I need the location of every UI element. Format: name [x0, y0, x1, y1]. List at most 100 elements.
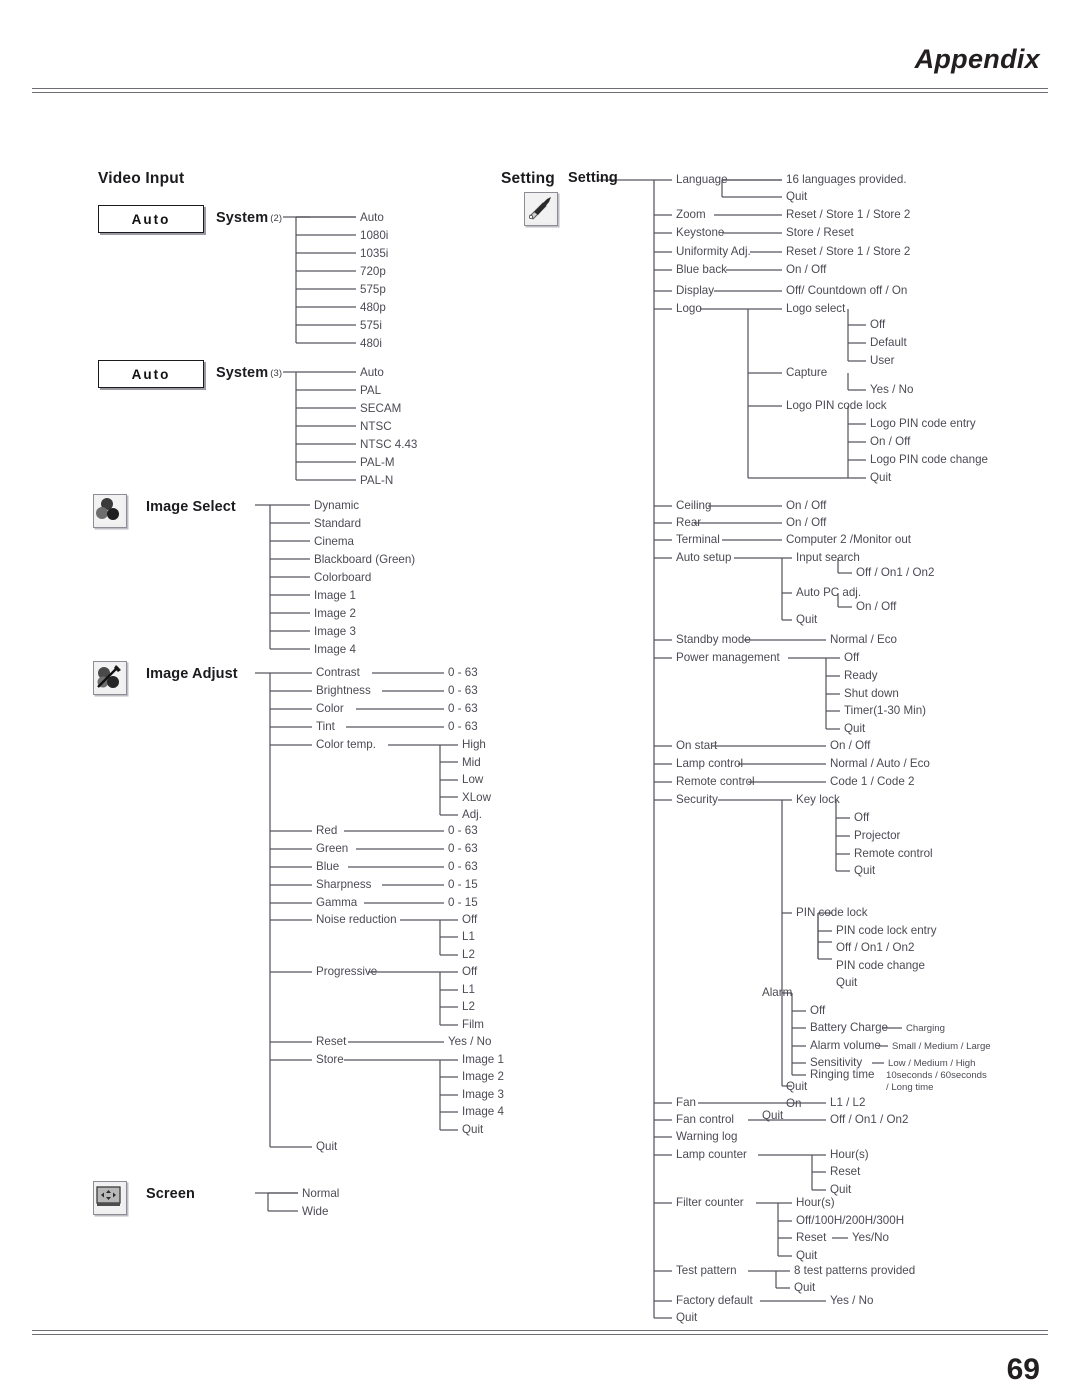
image-select-option: Colorboard: [314, 571, 372, 584]
test-pattern-option: 8 test patterns provided: [794, 1264, 916, 1277]
setting-item: Auto setup: [676, 551, 732, 564]
setting-item: Blue back: [676, 263, 727, 276]
filter-counter-reset-value: Yes/No: [852, 1231, 889, 1244]
setting-item: Logo: [676, 302, 702, 315]
security-child: Quit: [762, 1109, 784, 1122]
image-adjust-item: Contrast: [316, 666, 360, 679]
setting-item: Fan control: [676, 1113, 734, 1126]
power-mgmt-option: Shut down: [844, 687, 899, 700]
key-lock-option: Off: [854, 811, 870, 824]
system3-option: NTSC 4.43: [360, 438, 418, 451]
key-lock-option: Projector: [854, 829, 901, 842]
image-adjust-item: Brightness: [316, 684, 371, 697]
color-temp-option: Low: [462, 773, 484, 786]
alarm-option: Ringing time: [810, 1068, 875, 1081]
system2-sup: (2): [270, 213, 283, 224]
lamp-counter-option: Quit: [830, 1183, 852, 1196]
logo-select-option: User: [870, 354, 895, 367]
system2-option: 480p: [360, 301, 386, 314]
system3-label-text: System: [216, 365, 269, 381]
image-adjust-value: 0 - 63: [448, 666, 478, 679]
image-adjust-value: 0 - 63: [448, 824, 478, 837]
image-adjust-item: Quit: [316, 1140, 338, 1153]
image-adjust-value: 0 - 63: [448, 684, 478, 697]
system3-auto-box: Auto: [98, 360, 204, 388]
image-adjust-item: Store: [316, 1053, 344, 1066]
power-mgmt-option: Timer(1-30 Min): [844, 704, 927, 717]
alarm-option: Battery Charge: [810, 1021, 888, 1034]
setting-value: Off/ Countdown off / On: [786, 284, 908, 297]
store-option: Image 3: [462, 1088, 504, 1101]
setting-item: Zoom: [676, 208, 706, 221]
setting-item: Keystone: [676, 226, 725, 239]
language-child: Quit: [786, 190, 808, 203]
system2-option: 575p: [360, 283, 386, 296]
setting-value: Store / Reset: [786, 226, 854, 239]
image-adjust-icon: [93, 661, 127, 695]
store-option: Image 2: [462, 1070, 504, 1083]
auto-setup-value: On / Off: [856, 600, 897, 613]
setting-icon: [524, 192, 558, 226]
image-adjust-value: 0 - 63: [448, 720, 478, 733]
system2-auto-box: Auto: [98, 205, 204, 233]
image-adjust-item: Progressive: [316, 965, 378, 978]
auto-setup-child: Quit: [796, 613, 818, 626]
video-input-heading: Video Input: [98, 170, 185, 187]
image-select-label: Image Select: [146, 499, 236, 515]
power-mgmt-option: Ready: [844, 669, 878, 682]
image-adjust-item: Gamma: [316, 896, 358, 909]
setting-item: Terminal: [676, 533, 720, 546]
progressive-option: L1: [462, 983, 475, 996]
screen-icon: [93, 1181, 127, 1215]
image-adjust-value: 0 - 15: [448, 878, 478, 891]
lamp-counter-option: Hour(s): [830, 1148, 869, 1161]
color-temp-option: High: [462, 738, 486, 751]
logo-pin-option: Logo PIN code entry: [870, 417, 976, 430]
logo-select-option: Off: [870, 318, 886, 331]
alarm-value: Charging: [906, 1023, 945, 1034]
setting-value: On / Off: [786, 516, 827, 529]
alarm-option: On: [786, 1097, 802, 1110]
setting-value: Yes / No: [830, 1294, 874, 1307]
image-adjust-item: Noise reduction: [316, 913, 397, 926]
setting-value: Reset / Store 1 / Store 2: [786, 245, 911, 258]
alarm-option: Off: [810, 1004, 826, 1017]
image-adjust-value: 0 - 63: [448, 702, 478, 715]
image-select-option: Image 3: [314, 625, 356, 638]
power-mgmt-option: Off: [844, 651, 860, 664]
system2-option: 1035i: [360, 247, 389, 260]
image-adjust-item: Green: [316, 842, 349, 855]
logo-child: Logo PIN code lock: [786, 399, 887, 412]
setting-item: Warning log: [676, 1130, 738, 1143]
image-select-option: Image 2: [314, 607, 356, 620]
setting-item: Standby mode: [676, 633, 751, 646]
setting-item: Uniformity Adj.: [676, 245, 751, 258]
setting-item: Language: [676, 173, 728, 186]
alarm-value: 10seconds / 60seconds: [886, 1070, 987, 1081]
system2-option: 575i: [360, 319, 382, 332]
setting-value: Code 1 / Code 2: [830, 775, 915, 788]
image-adjust-item: Blue: [316, 860, 340, 873]
logo-pin-option: On / Off: [870, 435, 911, 448]
system2-label-text: System: [216, 210, 269, 226]
setting-value: Reset / Store 1 / Store 2: [786, 208, 911, 221]
appendix-page: Appendix 69 Video Input Auto System (2) …: [0, 0, 1080, 1397]
capture-option: Yes / No: [870, 383, 914, 396]
noise-reduction-option: L1: [462, 930, 475, 943]
image-select-option: Blackboard (Green): [314, 553, 416, 566]
system2-option: Auto: [360, 211, 384, 224]
system2-option: 1080i: [360, 229, 389, 242]
filter-counter-option: Quit: [796, 1249, 818, 1262]
setting-value: L1 / L2: [830, 1096, 866, 1109]
setting-item: Factory default: [676, 1294, 753, 1307]
logo-pin-option: Logo PIN code change: [870, 453, 988, 466]
image-select-icon: [93, 494, 127, 528]
progressive-option: Film: [462, 1018, 484, 1031]
store-option: Image 1: [462, 1053, 504, 1066]
system2-label: System (2): [216, 210, 282, 226]
image-adjust-label: Image Adjust: [146, 666, 238, 682]
power-mgmt-option: Quit: [844, 722, 866, 735]
image-adjust-value: 0 - 63: [448, 842, 478, 855]
setting-item: Filter counter: [676, 1196, 744, 1209]
color-temp-option: XLow: [462, 791, 492, 804]
